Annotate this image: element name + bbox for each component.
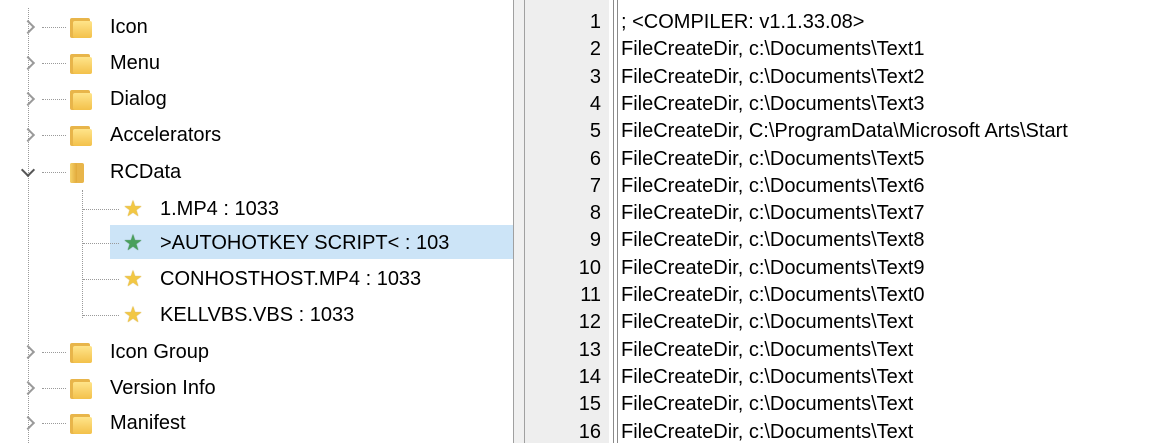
tree-connector bbox=[28, 8, 29, 443]
chevron-right-icon[interactable] bbox=[21, 128, 35, 142]
code-editor[interactable]: 1 ; <COMPILER: v1.1.33.08> 2 FileCreateDir,… bbox=[524, 0, 1170, 443]
tree-node-label: Dialog bbox=[110, 87, 167, 110]
star-icon: ★ bbox=[123, 230, 143, 255]
tree-node-label: CONHOSTHOST.MP4 : 1033 bbox=[160, 267, 422, 290]
line-number: 10 bbox=[578, 256, 601, 279]
tree-node-label: Version Info bbox=[110, 376, 216, 399]
code-text[interactable]: FileCreateDir, c:\Documents\Text9 bbox=[621, 257, 924, 280]
tree-node-label: KELLVBS.VBS : 1033 bbox=[160, 303, 355, 326]
line-number: 1 bbox=[589, 11, 601, 33]
line-number: 15 bbox=[578, 393, 601, 416]
code-text[interactable]: FileCreateDir, c:\Documents\Text bbox=[621, 393, 913, 416]
star-icon: ★ bbox=[123, 266, 143, 291]
chevron-down-icon[interactable] bbox=[21, 165, 35, 179]
tree-connector bbox=[42, 172, 66, 173]
line-number: 13 bbox=[578, 338, 601, 361]
line-number: 8 bbox=[589, 202, 601, 225]
chevron-right-icon[interactable] bbox=[21, 381, 35, 395]
chevron-right-icon[interactable] bbox=[21, 345, 35, 359]
tree-node-label: RCData bbox=[110, 160, 182, 183]
code-text[interactable]: FileCreateDir, c:\Documents\Text7 bbox=[621, 202, 924, 225]
tree-connector bbox=[42, 388, 66, 389]
code-text[interactable]: FileCreateDir, c:\Documents\Text3 bbox=[621, 93, 924, 116]
line-number: 3 bbox=[589, 65, 601, 88]
line-number: 4 bbox=[589, 92, 601, 115]
code-text[interactable]: FileCreateDir, c:\Documents\Text8 bbox=[621, 229, 924, 252]
code-text[interactable]: FileCreateDir, c:\Documents\Text5 bbox=[621, 148, 924, 171]
code-text[interactable]: FileCreateDir, c:\Documents\Text bbox=[621, 421, 913, 443]
tree-node-label: >AUTOHOTKEY SCRIPT< : 103 bbox=[160, 231, 450, 254]
tree-node-label: Menu bbox=[110, 51, 161, 74]
code-text[interactable]: FileCreateDir, c:\Documents\Text bbox=[621, 311, 913, 334]
resource-tree[interactable]: Icon Menu Dialog Accelerators RCData ★ 1… bbox=[0, 0, 514, 443]
chevron-right-icon[interactable] bbox=[21, 56, 35, 70]
tree-connector bbox=[83, 315, 119, 316]
chevron-right-icon[interactable] bbox=[21, 92, 35, 106]
tree-connector bbox=[83, 209, 119, 210]
tree-connector bbox=[42, 135, 66, 136]
folder-icon bbox=[70, 88, 92, 110]
line-number: 6 bbox=[589, 147, 601, 170]
line-number: 14 bbox=[578, 365, 601, 388]
line-number: 2 bbox=[589, 38, 601, 61]
tree-node-label: 1.MP4 : 1033 bbox=[160, 197, 279, 220]
tree-connector bbox=[42, 63, 66, 64]
chevron-right-icon[interactable] bbox=[21, 416, 35, 430]
code-text[interactable]: FileCreateDir, c:\Documents\Text1 bbox=[621, 38, 924, 61]
folder-icon bbox=[70, 412, 92, 434]
folder-icon bbox=[70, 16, 92, 38]
tree-node-label: Manifest bbox=[110, 411, 186, 434]
chevron-right-icon[interactable] bbox=[21, 20, 35, 34]
code-text[interactable]: FileCreateDir, c:\Documents\Text0 bbox=[621, 284, 924, 307]
star-icon: ★ bbox=[123, 302, 143, 327]
tree-connector bbox=[83, 243, 119, 244]
tree-connector bbox=[83, 279, 119, 280]
tree-node-label: Icon bbox=[110, 15, 148, 38]
code-text[interactable]: FileCreateDir, c:\Documents\Text bbox=[621, 339, 913, 362]
line-number: 5 bbox=[589, 120, 601, 143]
folder-icon bbox=[70, 377, 92, 399]
tree-node-label: Icon Group bbox=[110, 340, 209, 363]
folder-open-icon bbox=[70, 161, 92, 183]
line-number: 11 bbox=[580, 284, 601, 306]
folder-icon bbox=[70, 341, 92, 363]
tree-connector bbox=[42, 27, 66, 28]
tree-connector bbox=[42, 423, 66, 424]
tree-connector bbox=[42, 352, 66, 353]
star-icon: ★ bbox=[123, 196, 143, 221]
gutter-separator bbox=[617, 0, 618, 443]
line-number: 12 bbox=[578, 311, 601, 334]
line-number: 7 bbox=[589, 174, 601, 197]
code-text[interactable]: FileCreateDir, c:\Documents\Text bbox=[621, 366, 913, 389]
code-text[interactable]: FileCreateDir, C:\ProgramData\Microsoft … bbox=[621, 120, 1068, 143]
code-text[interactable]: FileCreateDir, c:\Documents\Text2 bbox=[621, 66, 924, 89]
line-number: 16 bbox=[578, 420, 601, 443]
line-number: 9 bbox=[589, 229, 601, 252]
tree-node-label: Accelerators bbox=[110, 123, 222, 146]
code-text[interactable]: ; <COMPILER: v1.1.33.08> bbox=[621, 11, 864, 34]
gutter-separator bbox=[613, 0, 614, 443]
code-text[interactable]: FileCreateDir, c:\Documents\Text6 bbox=[621, 175, 924, 198]
folder-icon bbox=[70, 124, 92, 146]
tree-connector bbox=[42, 99, 66, 100]
folder-icon bbox=[70, 52, 92, 74]
